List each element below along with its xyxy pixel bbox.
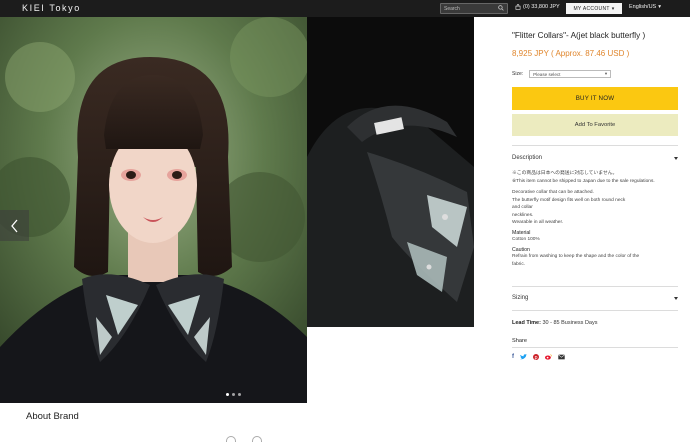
description-line: and collar — [512, 205, 533, 210]
gallery-dot[interactable] — [238, 393, 241, 396]
description-heading: Description — [512, 155, 543, 161]
chevron-down-icon: ▾ — [604, 71, 608, 76]
brand-icon — [252, 436, 262, 442]
chevron-left-icon — [10, 219, 17, 232]
gallery-empty-area — [307, 327, 474, 403]
description-toggle[interactable]: Description — [512, 155, 678, 161]
sizing-toggle[interactable]: Sizing — [512, 295, 678, 301]
share-icons: f p — [512, 354, 678, 360]
lead-time-label: Lead Time: — [512, 320, 541, 326]
gallery-prev-button[interactable] — [0, 210, 29, 241]
brand-icon — [226, 436, 236, 442]
description-line: Decorative collar that can be attached. — [512, 190, 594, 195]
cart-icon — [515, 4, 521, 10]
size-select[interactable]: Please select ▾ — [529, 70, 612, 78]
brand-logo[interactable]: KIEI Tokyo — [22, 3, 81, 13]
collar-detail-photo — [307, 17, 474, 327]
description-line: necklines. — [512, 212, 534, 218]
search-box[interactable] — [440, 3, 508, 14]
chevron-down-icon: ▾ — [658, 4, 661, 10]
size-row: Size: Please select ▾ — [512, 70, 678, 78]
divider — [512, 286, 678, 287]
add-to-favorite-button[interactable]: Add To Favorite — [512, 114, 678, 136]
product-title: "Flitter Collars"- A(jet black butterfly… — [512, 31, 646, 40]
description-line: The butterfly motif design fits well on … — [512, 197, 626, 203]
cart-link[interactable]: (0) 33,800 JPY — [515, 4, 560, 10]
product-price: 8,925 JPY ( Approx. 87.46 USD ) — [512, 49, 630, 58]
chevron-down-icon: ▾ — [611, 5, 615, 12]
description-line: ※この商品は日本への発送に対応していません。 — [512, 171, 618, 176]
model-wearing-collar-image — [0, 17, 307, 403]
collar-closeup-image — [307, 17, 474, 327]
my-account-label: MY ACCOUNT — [573, 5, 610, 12]
top-navigation-bar: KIEI Tokyo (0) 33,800 JPY MY ACCOUNT ▾ E… — [0, 0, 690, 17]
about-brand-heading: About Brand — [26, 411, 79, 422]
caret-down-icon — [674, 296, 678, 300]
size-select-value: Please select — [533, 71, 561, 77]
lead-time: Lead Time: 30 - 85 Business Days — [512, 320, 678, 326]
sizing-heading: Sizing — [512, 295, 529, 301]
caret-down-icon — [674, 156, 678, 160]
description-line: Wearable in all weather. — [512, 220, 564, 225]
caution-line: fabric. — [512, 261, 526, 267]
size-label: Size: — [512, 71, 524, 77]
language-label: English/US — [629, 4, 657, 10]
buy-it-now-button[interactable]: BUY IT NOW — [512, 87, 678, 110]
twitter-icon[interactable] — [520, 354, 527, 360]
cart-summary: (0) 33,800 JPY — [523, 4, 560, 10]
description-line: ※This item cannot be shipped to Japan du… — [512, 178, 655, 184]
divider — [512, 145, 678, 146]
divider — [512, 347, 678, 348]
svg-text:p: p — [534, 356, 537, 360]
gallery-dot[interactable] — [226, 393, 229, 396]
mail-icon[interactable] — [558, 354, 565, 360]
model-photo — [0, 17, 307, 403]
language-selector[interactable]: English/US ▾ — [629, 4, 661, 10]
gallery-dot[interactable] — [232, 393, 235, 396]
product-info-panel: "Flitter Collars"- A(jet black butterfly… — [512, 30, 678, 360]
lead-time-value: 30 - 85 Business Days — [542, 320, 598, 326]
material-value: Cotton 100% — [512, 236, 540, 242]
search-input[interactable] — [444, 4, 496, 13]
search-icon[interactable] — [498, 5, 504, 11]
divider — [512, 310, 678, 311]
gallery-pagination — [226, 393, 241, 396]
weibo-icon[interactable] — [545, 354, 552, 360]
my-account-button[interactable]: MY ACCOUNT ▾ — [566, 3, 622, 14]
share-heading: Share — [512, 338, 527, 344]
pinterest-icon[interactable]: p — [533, 354, 539, 360]
caution-line: Refrain from washing to keep the shape a… — [512, 254, 640, 259]
product-gallery — [0, 17, 474, 403]
description-notice: ※この商品は日本への発送に対応していません。 ※This item cannot… — [512, 170, 678, 185]
description-body: Decorative collar that can be attached. … — [512, 189, 678, 227]
about-brand-icons — [226, 436, 262, 442]
facebook-icon[interactable]: f — [512, 354, 514, 360]
